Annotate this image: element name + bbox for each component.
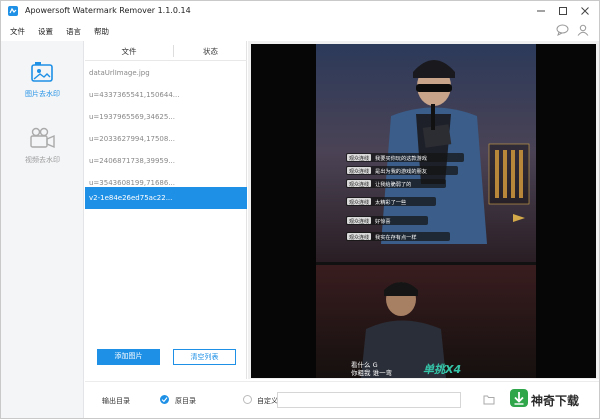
caption-text: 太精彩了一些 (375, 198, 406, 206)
output-path-input[interactable] (277, 392, 461, 408)
caption-text: 我要买你玩的这款游戏 (375, 154, 427, 162)
nav-image-watermark[interactable]: 图片去水印 (1, 55, 84, 115)
site-watermark-text: 神奇下载 (531, 394, 580, 408)
close-icon (581, 7, 589, 15)
chat-icon[interactable] (556, 24, 569, 36)
preview-area: 观众连线 我要买你玩的这款游戏 观众连线 是出为我的游戏的朋友 观众连线 让我给… (248, 41, 599, 379)
caption-text: 我实在存有点一样 (375, 233, 417, 241)
caption-tag: 观众连线 (349, 218, 369, 225)
caption-text: 是出为我的游戏的朋友 (375, 167, 427, 175)
maximize-icon (559, 7, 567, 15)
caption-text: 好惊喜 (375, 217, 391, 225)
image-icon (31, 62, 53, 82)
menu-settings[interactable]: 设置 (38, 26, 53, 37)
maximize-button[interactable] (554, 3, 572, 19)
minimize-button[interactable] (532, 3, 550, 19)
caption-tag: 观众连线 (349, 181, 369, 188)
file-row-selected[interactable]: v2-1e84e26ed75ac22... (85, 187, 247, 209)
menu-file[interactable]: 文件 (10, 26, 25, 37)
nav-video-watermark[interactable]: 视频去水印 (1, 123, 84, 183)
preview-image: 观众连线 我要买你玩的这款游戏 观众连线 是出为我的游戏的朋友 观众连线 让我给… (316, 44, 536, 378)
user-icon[interactable] (577, 24, 589, 36)
caption-tag: 观众连线 (349, 234, 369, 241)
menu-help[interactable]: 帮助 (94, 26, 109, 37)
app-logo-icon (8, 6, 18, 16)
file-row[interactable]: u=2033627994,17508... (85, 128, 247, 150)
left-nav: 图片去水印 视频去水印 (1, 41, 84, 418)
menu-bar: 文件 设置 语言 帮助 (1, 22, 599, 40)
radio-original[interactable] (160, 395, 169, 404)
file-list-header: 文件 状态 (85, 41, 247, 61)
file-row[interactable]: dataUrlImage.jpg (85, 62, 247, 84)
radio-custom[interactable] (243, 395, 252, 404)
output-bar: 输出目录 原目录 自定义 神奇下载 (85, 381, 599, 418)
download-logo-icon (510, 389, 528, 407)
column-file: 文件 (121, 47, 137, 56)
window-title: Apowersoft Watermark Remover 1.1.0.14 (25, 6, 191, 15)
caption-tag: 观众连线 (349, 155, 369, 162)
nav-image-label: 图片去水印 (25, 90, 60, 98)
clear-list-button[interactable]: 清空列表 (173, 349, 236, 365)
column-status: 状态 (203, 47, 218, 56)
file-row[interactable]: u=2406871738,39959... (85, 150, 247, 172)
preview-canvas[interactable]: 观众连线 我要买你玩的这款游戏 观众连线 是出为我的游戏的朋友 观众连线 让我给… (251, 44, 596, 378)
file-row[interactable]: u=1937965569,34625... (85, 106, 247, 128)
show-watermark-logo: 单挑X4 (423, 363, 461, 376)
caption-tag: 观众连线 (349, 168, 369, 175)
check-icon (161, 397, 168, 403)
minimize-icon (537, 10, 545, 12)
option-original-label: 原目录 (175, 397, 196, 405)
file-row[interactable]: u=4337365541,150644... (85, 84, 247, 106)
app-window: Apowersoft Watermark Remover 1.1.0.14 文件… (0, 0, 600, 419)
file-panel: 文件 状态 dataUrlImage.jpg u=4337365541,1506… (85, 41, 247, 379)
folder-icon[interactable] (483, 394, 495, 405)
option-custom-label: 自定义 (257, 397, 278, 405)
nav-video-label: 视频去水印 (25, 156, 60, 164)
title-bar: Apowersoft Watermark Remover 1.1.0.14 (1, 1, 599, 21)
menu-language[interactable]: 语言 (66, 26, 81, 37)
caption-bottom-2: 你粗我 谁一弯 (351, 368, 393, 377)
caption-bottom-1: 看什么 G (351, 360, 378, 369)
add-image-button[interactable]: 添加图片 (97, 349, 160, 365)
output-label: 输出目录 (102, 397, 130, 405)
close-button[interactable] (576, 3, 594, 19)
video-camera-icon (30, 127, 55, 149)
caption-text: 让我给脆弱了的 (375, 180, 411, 188)
caption-tag: 观众连线 (349, 199, 369, 206)
